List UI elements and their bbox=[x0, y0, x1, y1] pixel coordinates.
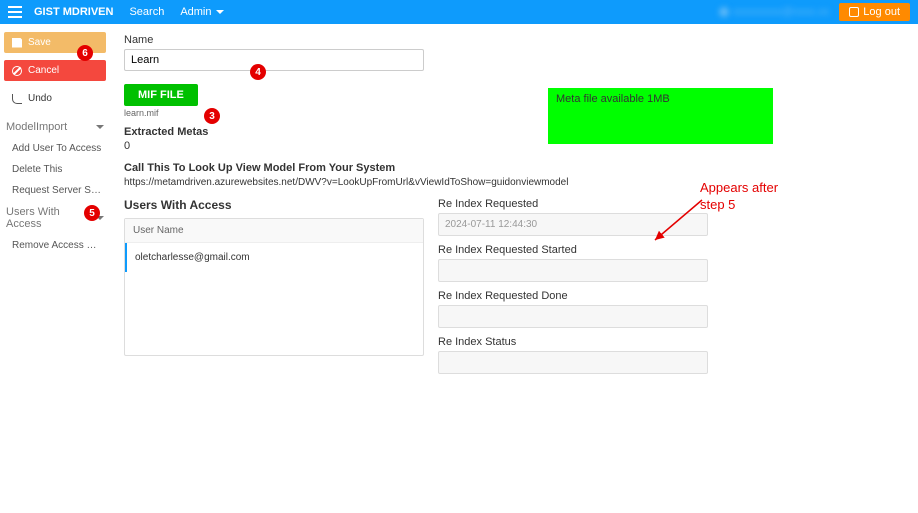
users-panel-title: Users With Access bbox=[124, 198, 424, 212]
annotation-callout: Appears after step 5 bbox=[700, 180, 778, 214]
sidebar-item-delete[interactable]: Delete This bbox=[4, 159, 106, 180]
annotation-badge-6: 6 bbox=[77, 45, 93, 61]
app-title[interactable]: GIST MDRIVEN bbox=[34, 6, 113, 18]
sidebar-item-add-user[interactable]: Add User To Access bbox=[4, 138, 106, 159]
table-row[interactable]: oletcharlesse@gmail.com bbox=[125, 243, 423, 272]
admin-label: Admin bbox=[180, 6, 211, 18]
app-header: GIST MDRIVEN Search Admin xxxxxxxxx@xxxx… bbox=[0, 0, 918, 24]
save-icon bbox=[12, 38, 22, 48]
undo-button[interactable]: Undo bbox=[4, 88, 106, 109]
users-column-header: User Name bbox=[125, 219, 423, 243]
lookup-url: https://metamdriven.azurewebsites.net/DW… bbox=[124, 177, 904, 188]
logout-icon bbox=[849, 7, 859, 17]
search-link[interactable]: Search bbox=[129, 6, 164, 18]
undo-icon bbox=[12, 94, 22, 104]
users-table: User Name oletcharlesse@gmail.com bbox=[124, 218, 424, 356]
annotation-badge-3: 3 bbox=[204, 108, 220, 124]
chevron-down-icon bbox=[216, 10, 224, 14]
main-content: Name MIF FILE learn.mif Extracted Metas … bbox=[110, 24, 918, 392]
extracted-metas-value: 0 bbox=[124, 140, 904, 152]
sidebar-item-request-server[interactable]: Request Server Side I... bbox=[4, 180, 106, 201]
meta-status-banner: Meta file available 1MB bbox=[548, 88, 773, 144]
mif-filename: learn.mif bbox=[124, 108, 904, 118]
logout-button[interactable]: Log out bbox=[839, 3, 910, 21]
reindex-status-label: Re Index Status bbox=[438, 336, 708, 348]
extracted-metas-label: Extracted Metas bbox=[124, 126, 904, 138]
reindex-done-input[interactable] bbox=[438, 305, 708, 328]
chevron-down-icon bbox=[96, 125, 104, 129]
mif-file-button[interactable]: MIF FILE bbox=[124, 84, 198, 106]
reindex-done-label: Re Index Requested Done bbox=[438, 290, 708, 302]
name-label: Name bbox=[124, 34, 904, 46]
admin-dropdown[interactable]: Admin bbox=[180, 6, 223, 18]
user-email: xxxxxxxxx@xxxx.xx bbox=[733, 6, 830, 18]
annotation-badge-4: 4 bbox=[250, 64, 266, 80]
lookup-heading: Call This To Look Up View Model From You… bbox=[124, 162, 904, 174]
user-icon bbox=[719, 7, 729, 17]
annotation-badge-5: 5 bbox=[84, 205, 100, 221]
annotation-arrow-icon bbox=[647, 195, 707, 250]
reindex-started-input[interactable] bbox=[438, 259, 708, 282]
reindex-status-input[interactable] bbox=[438, 351, 708, 374]
sidebar-item-remove-access[interactable]: Remove Access From User bbox=[4, 235, 106, 256]
hamburger-icon[interactable] bbox=[8, 3, 26, 21]
cancel-icon bbox=[12, 66, 22, 76]
name-input[interactable] bbox=[124, 49, 424, 71]
cancel-button[interactable]: Cancel bbox=[4, 60, 106, 81]
sidebar-section-modelimport[interactable]: ModelImport bbox=[4, 116, 106, 138]
